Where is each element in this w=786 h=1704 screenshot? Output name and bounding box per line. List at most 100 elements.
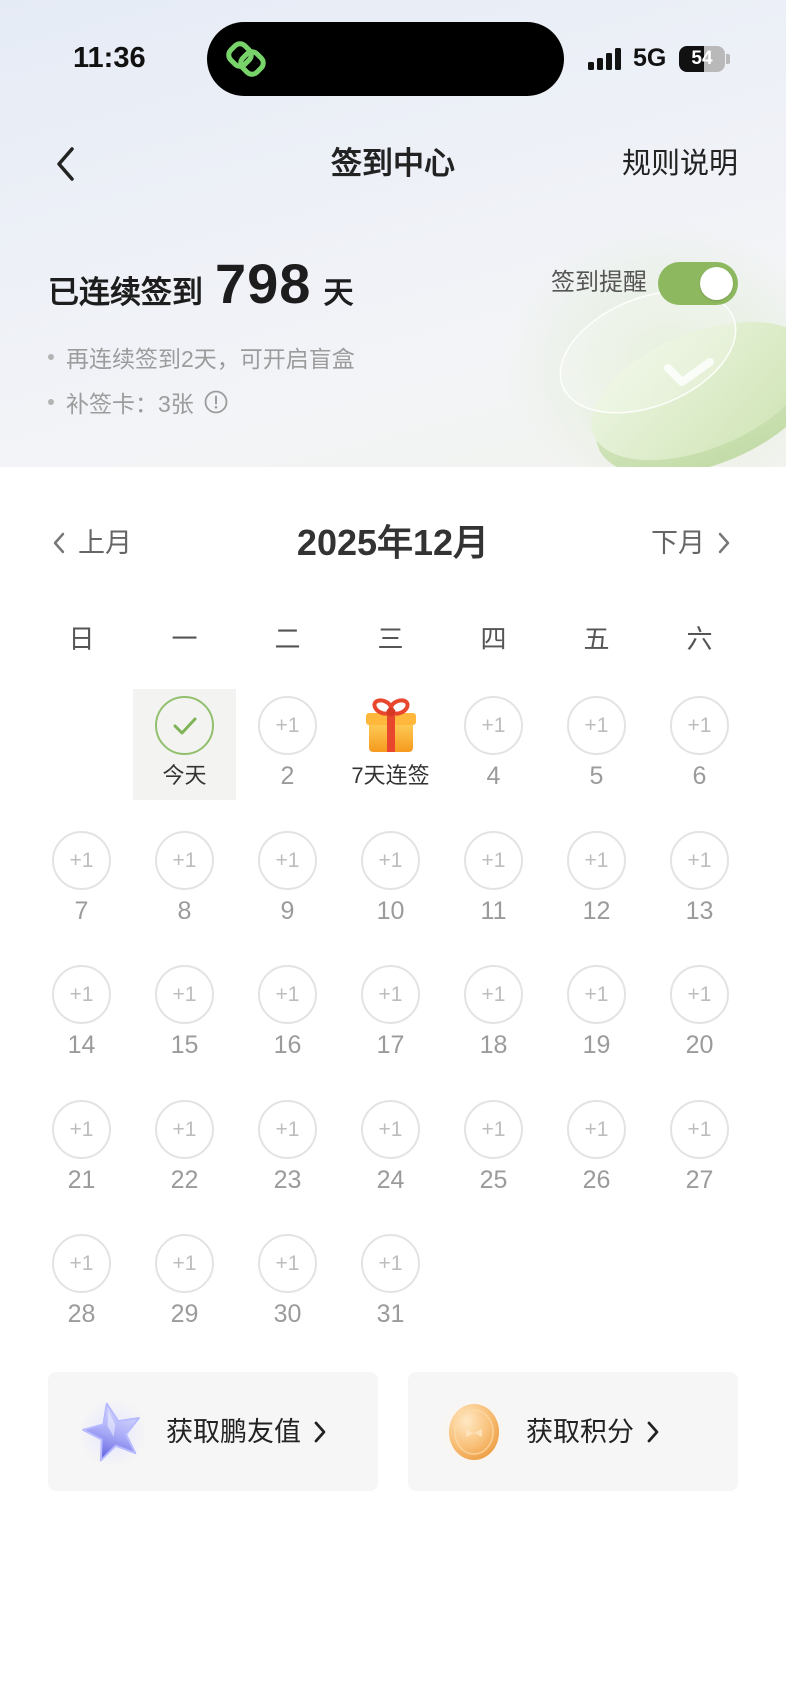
- reward-badge: +1: [567, 696, 626, 755]
- day-cell[interactable]: +1 4: [442, 689, 545, 800]
- day-cell[interactable]: +1 9: [236, 824, 339, 935]
- day-label: 2: [280, 762, 295, 790]
- day-cell[interactable]: +1 28: [30, 1227, 133, 1338]
- reward-badge: +1: [155, 965, 214, 1024]
- day-cell[interactable]: +1 23: [236, 1093, 339, 1204]
- day-label: 7: [74, 896, 89, 925]
- day-cell[interactable]: +1 30: [236, 1227, 339, 1338]
- tips-list: 再连续签到2天，可开启盲盒 补签卡：3张: [48, 342, 355, 432]
- reward-badge: +1: [52, 830, 111, 890]
- day-label: 13: [685, 896, 714, 925]
- reminder-toggle[interactable]: [658, 262, 738, 305]
- next-month-label: 下月: [651, 528, 705, 558]
- tip-text: 补签卡：3张: [66, 391, 194, 417]
- battery-icon: 54: [679, 46, 725, 72]
- reward-badge: +1: [464, 830, 523, 890]
- day-cell[interactable]: +1 25: [442, 1093, 545, 1204]
- day-label: 今天: [162, 763, 207, 788]
- dynamic-island[interactable]: [207, 22, 564, 96]
- day-cell[interactable]: +1 21: [30, 1093, 133, 1204]
- day-cell[interactable]: +1 8: [133, 824, 236, 935]
- bullet-dot: [48, 399, 54, 405]
- empty-day-slot: [30, 689, 133, 800]
- earn-points-label: 获取积分: [526, 1416, 634, 1447]
- day-cell[interactable]: +1 31: [339, 1227, 442, 1338]
- day-label: 24: [376, 1165, 405, 1194]
- calendar-month-title: 2025年12月: [296, 522, 490, 563]
- day-cell[interactable]: +1 16: [236, 958, 339, 1069]
- reward-badge: +1: [670, 830, 729, 890]
- weekday-sun: 日: [68, 624, 95, 654]
- day-label: 31: [376, 1300, 405, 1328]
- day-label: 30: [273, 1300, 302, 1328]
- day-cell[interactable]: +1 5: [545, 689, 648, 800]
- rules-link[interactable]: 规则说明: [622, 146, 738, 182]
- toggle-knob: [700, 267, 733, 300]
- reward-badge: +1: [567, 830, 626, 890]
- day-label: 17: [376, 1031, 405, 1059]
- day-cell[interactable]: +1 10: [339, 824, 442, 935]
- day-cell[interactable]: +1 14: [30, 958, 133, 1069]
- day-cell[interactable]: +1 15: [133, 958, 236, 1069]
- reward-badge: +1: [258, 1099, 317, 1159]
- day-label: 10: [376, 896, 405, 925]
- streak-summary: 已连续签到 798 天: [48, 256, 353, 312]
- day-cell[interactable]: +1 18: [442, 958, 545, 1069]
- day-cell-today[interactable]: 今天: [133, 689, 236, 800]
- day-label: 16: [273, 1031, 302, 1059]
- prev-month-button[interactable]: 上月: [52, 527, 132, 559]
- tip-item: 再连续签到2天，可开启盲盒: [48, 342, 355, 372]
- day-cell[interactable]: +1 29: [133, 1227, 236, 1338]
- day-cell[interactable]: +1 11: [442, 824, 545, 935]
- bullet-dot: [48, 354, 54, 360]
- streak-suffix: 天: [323, 277, 354, 310]
- day-cell[interactable]: +1 26: [545, 1093, 648, 1204]
- day-label: 11: [480, 896, 507, 925]
- signed-badge: [155, 696, 214, 755]
- weekday-header: 日 一 二 三 四 五 六: [30, 624, 751, 654]
- earn-points-card[interactable]: 获取积分: [408, 1372, 738, 1491]
- day-cell[interactable]: +1 2: [236, 689, 339, 800]
- day-label: 28: [67, 1300, 96, 1328]
- info-icon[interactable]: [204, 390, 228, 414]
- day-cell[interactable]: +1 7: [30, 824, 133, 935]
- next-month-button[interactable]: 下月: [651, 527, 731, 559]
- day-label: 27: [685, 1165, 714, 1194]
- day-cell[interactable]: +1 13: [648, 824, 751, 935]
- day-label: 5: [589, 762, 604, 790]
- day-label: 22: [170, 1165, 199, 1194]
- day-cell[interactable]: +1 20: [648, 958, 751, 1069]
- chevron-right-icon: [718, 532, 730, 554]
- day-cell-gift[interactable]: 7天连签: [339, 689, 442, 800]
- day-label: 25: [479, 1165, 508, 1194]
- day-cell[interactable]: +1 24: [339, 1093, 442, 1204]
- reward-badge: +1: [464, 696, 523, 755]
- page-title: 签到中心: [331, 146, 455, 181]
- day-label: 20: [685, 1031, 714, 1059]
- reward-badge: +1: [670, 696, 729, 755]
- day-cell[interactable]: +1 19: [545, 958, 648, 1069]
- reward-badge: +1: [361, 1234, 420, 1293]
- reward-badge: +1: [464, 965, 523, 1024]
- reward-badge: +1: [567, 1099, 626, 1159]
- reward-badge: +1: [361, 1099, 420, 1159]
- reward-badge: +1: [52, 1099, 111, 1159]
- reward-badge: +1: [361, 830, 420, 890]
- calendar-grid: 今天 +1 2 7天连签 +1 4 +1 5 +1 6 +1 7 +1 8 +1 9 +1 10 +1 11 +1 12 +…: [30, 689, 751, 1362]
- day-cell[interactable]: +1 22: [133, 1093, 236, 1204]
- status-time: 11:36: [73, 42, 146, 74]
- reminder-label: 签到提醒: [551, 269, 647, 296]
- day-cell[interactable]: +1 27: [648, 1093, 751, 1204]
- earn-friend-points-card[interactable]: 获取鹏友值: [48, 1372, 378, 1491]
- reward-badge: +1: [464, 1099, 523, 1159]
- earn-friend-points-label: 获取鹏友值: [166, 1416, 301, 1447]
- reward-badge: +1: [155, 1234, 214, 1293]
- reward-badge: +1: [361, 965, 420, 1024]
- day-label: 19: [582, 1031, 611, 1059]
- back-button[interactable]: [48, 144, 82, 184]
- day-cell[interactable]: +1 6: [648, 689, 751, 800]
- day-cell[interactable]: +1 12: [545, 824, 648, 935]
- reward-badge: +1: [670, 965, 729, 1024]
- day-cell[interactable]: +1 17: [339, 958, 442, 1069]
- reward-badge: +1: [258, 1234, 317, 1293]
